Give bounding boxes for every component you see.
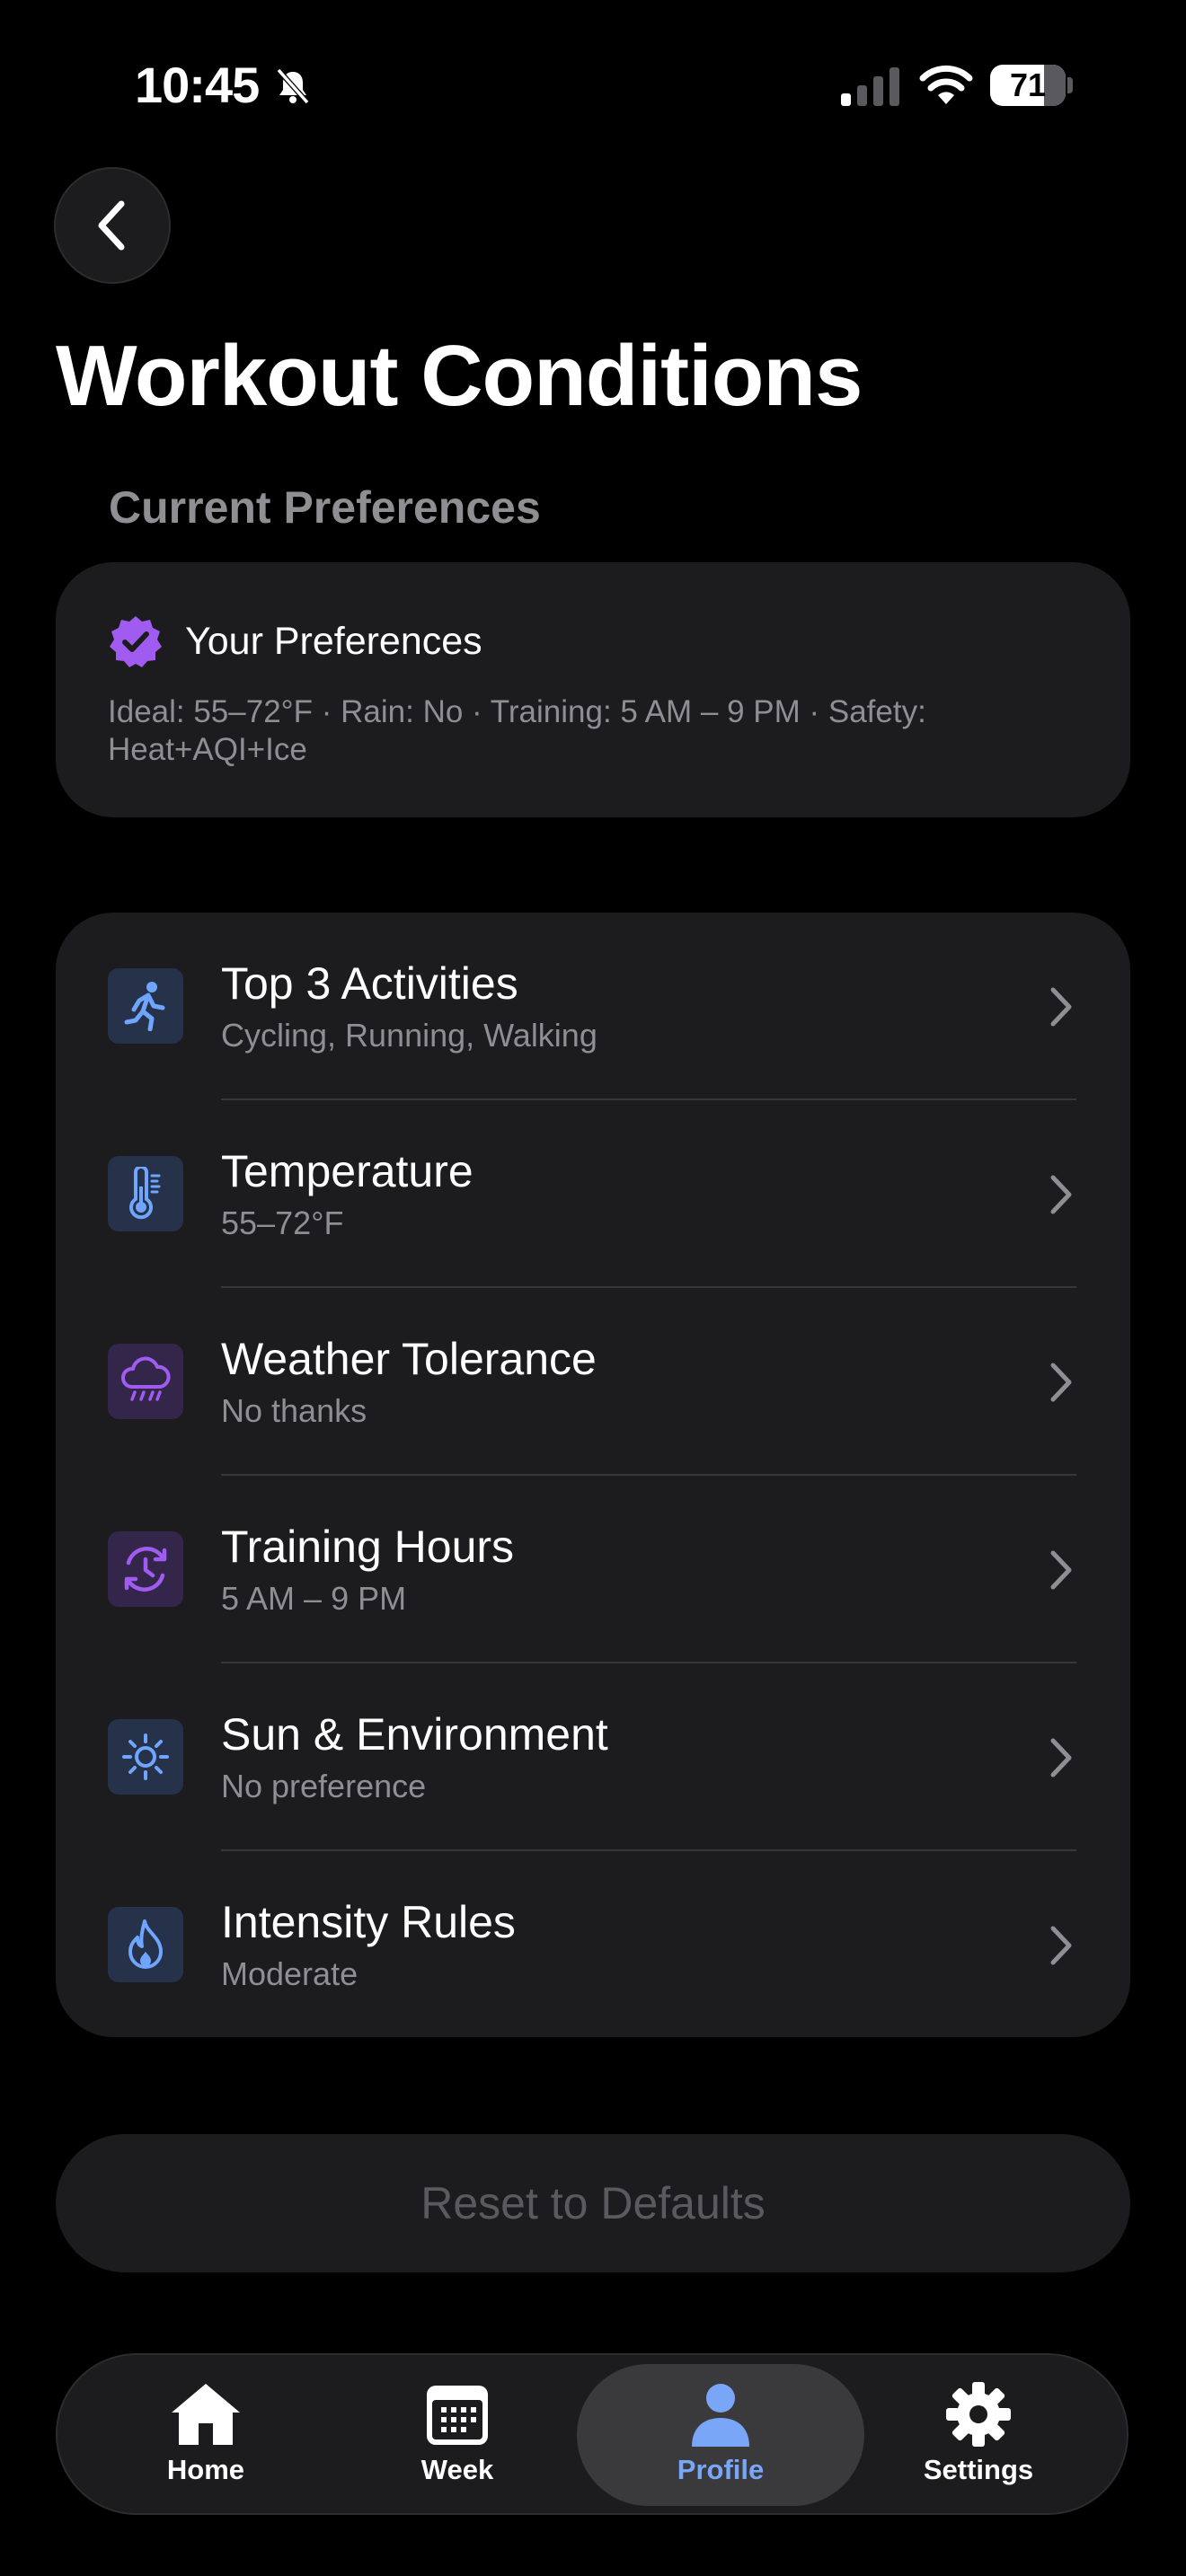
tab-settings[interactable]: Settings xyxy=(893,2355,1064,2513)
list-item-title: Weather Tolerance xyxy=(221,1334,597,1384)
status-time: 10:45 xyxy=(135,57,260,113)
list-item-title: Training Hours xyxy=(221,1522,515,1572)
reset-to-defaults-button[interactable]: Reset to Defaults xyxy=(56,2134,1130,2272)
list-item-subtitle: No preference xyxy=(221,1768,427,1804)
list-item-title: Sun & Environment xyxy=(221,1709,608,1760)
list-item-top-activities[interactable]: Top 3 Activities Cycling, Running, Walki… xyxy=(56,913,1130,1100)
section-label: Current Preferences xyxy=(109,482,541,533)
list-item-subtitle: No thanks xyxy=(221,1392,367,1429)
list-item-weather-tolerance[interactable]: Weather Tolerance No thanks xyxy=(56,1288,1130,1476)
list-item-subtitle: Cycling, Running, Walking xyxy=(221,1017,597,1054)
tab-week[interactable]: Week xyxy=(372,2355,543,2513)
chevron-right-icon xyxy=(1050,1738,1072,1778)
preferences-title: Your Preferences xyxy=(185,620,482,663)
person-icon xyxy=(692,2384,749,2447)
tab-label: Profile xyxy=(677,2454,765,2485)
list-item-sun-environment[interactable]: Sun & Environment No preference xyxy=(56,1663,1130,1851)
back-button[interactable] xyxy=(54,167,171,284)
list-item-intensity-rules[interactable]: Intensity Rules Moderate xyxy=(56,1851,1130,2039)
chevron-right-icon xyxy=(1050,987,1072,1027)
clock-icon xyxy=(108,1531,183,1607)
list-item-title: Intensity Rules xyxy=(221,1897,516,1947)
thermometer-icon xyxy=(108,1156,183,1231)
cellular-signal-icon xyxy=(841,67,899,106)
list-item-title: Top 3 Activities xyxy=(221,958,518,1009)
verified-badge-icon xyxy=(110,616,162,667)
chevron-right-icon xyxy=(1050,1363,1072,1402)
running-icon xyxy=(108,968,183,1044)
list-item-subtitle: Moderate xyxy=(221,1955,358,1992)
flame-icon xyxy=(108,1907,183,1982)
list-item-subtitle: 55–72°F xyxy=(221,1204,344,1241)
list-item-training-hours[interactable]: Training Hours 5 AM – 9 PM xyxy=(56,1476,1130,1663)
calendar-icon xyxy=(427,2386,488,2445)
gear-icon xyxy=(946,2382,1011,2447)
bell-muted-icon xyxy=(276,68,310,104)
preferences-summary: Ideal: 55–72°F · Rain: No · Training: 5 … xyxy=(108,694,926,767)
chevron-left-icon xyxy=(98,200,125,251)
tab-label: Home xyxy=(166,2454,245,2485)
preferences-card xyxy=(56,562,1130,817)
cloud-rain-icon xyxy=(108,1344,183,1419)
battery-indicator: 71 xyxy=(990,65,1073,106)
sun-icon xyxy=(108,1719,183,1795)
list-item-temperature[interactable]: Temperature 55–72°F xyxy=(56,1100,1130,1288)
tab-profile[interactable]: Profile xyxy=(577,2355,864,2513)
tab-bar: Home Week Profile Settings xyxy=(56,2353,1128,2515)
tab-label: Settings xyxy=(923,2454,1034,2485)
tab-label: Week xyxy=(420,2454,494,2485)
tab-home[interactable]: Home xyxy=(120,2355,291,2513)
list-item-subtitle: 5 AM – 9 PM xyxy=(221,1580,407,1617)
battery-level: 71 xyxy=(1009,66,1047,103)
page-title: Workout Conditions xyxy=(56,328,863,424)
home-icon xyxy=(172,2384,240,2445)
list-item-title: Temperature xyxy=(221,1146,474,1196)
chevron-right-icon xyxy=(1050,1550,1072,1590)
wifi-icon xyxy=(919,65,973,104)
chevron-right-icon xyxy=(1050,1926,1072,1965)
chevron-right-icon xyxy=(1050,1175,1072,1214)
